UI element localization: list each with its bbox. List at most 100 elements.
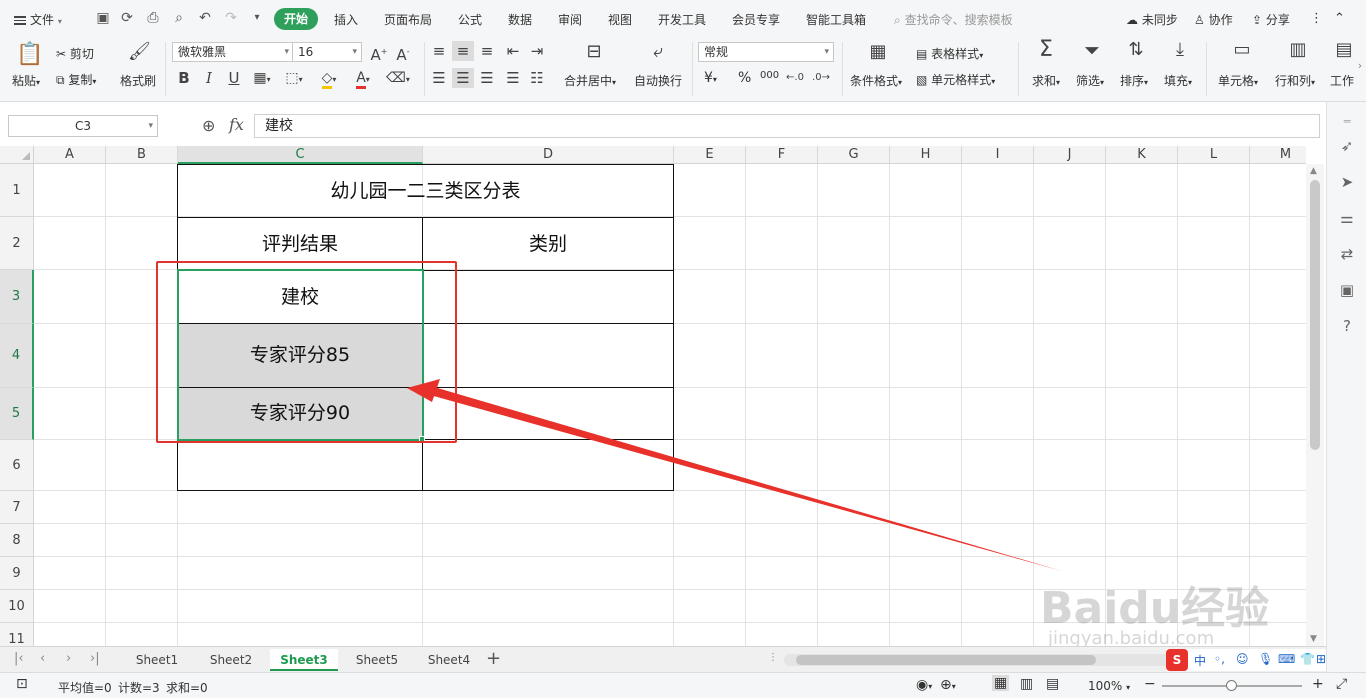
tab-smart-toolbox[interactable]: 智能工具箱 bbox=[806, 11, 866, 28]
wrap-text-icon[interactable]: ⤶ bbox=[646, 42, 670, 62]
command-search[interactable]: ⌕ 查找命令、搜索模板 bbox=[894, 11, 1013, 28]
align-left-icon[interactable]: ☰ bbox=[430, 68, 448, 88]
spreadsheet-grid[interactable]: A B C D E F G H I J K L M 1 2 3 4 5 6 7 … bbox=[0, 146, 1306, 646]
ime-skin-icon[interactable]: 👕 bbox=[1300, 652, 1315, 666]
next-sheet-icon[interactable]: › bbox=[66, 651, 71, 666]
fill-icon[interactable]: ⤓ bbox=[1168, 40, 1192, 60]
underline-button[interactable]: U bbox=[226, 68, 242, 88]
bold-button[interactable]: B bbox=[176, 68, 192, 88]
thousands-button[interactable]: 000 bbox=[760, 70, 779, 81]
cell-style-button[interactable]: ▧ 单元格样式▾ bbox=[916, 71, 995, 88]
fx-icon[interactable]: fx bbox=[229, 115, 244, 134]
increase-decimal-icon[interactable]: ←.0 bbox=[786, 68, 804, 88]
copy-button[interactable]: ⧉ 复制▾ bbox=[56, 71, 96, 88]
tab-home[interactable]: 开始 bbox=[274, 8, 318, 30]
row-col-icon[interactable]: ▥ bbox=[1286, 40, 1310, 60]
save-icon[interactable]: ▣ bbox=[94, 9, 112, 27]
tab-data[interactable]: 数据 bbox=[508, 11, 532, 28]
tab-developer[interactable]: 开发工具 bbox=[658, 11, 706, 28]
paste-icon[interactable]: 📋 bbox=[16, 42, 43, 68]
fill-style-icon[interactable]: ⬚▾ bbox=[282, 68, 306, 90]
archive-icon[interactable]: ▣ bbox=[1337, 280, 1357, 300]
merge-center-icon[interactable]: ⊟ bbox=[582, 42, 606, 62]
zoom-level[interactable]: 100% ▾ bbox=[1088, 679, 1130, 693]
collab-button[interactable]: ♙ 协作 bbox=[1194, 11, 1233, 28]
wrap-text-button[interactable]: 自动换行 bbox=[634, 72, 682, 89]
ribbon-scroll-right-icon[interactable]: › bbox=[1354, 56, 1366, 76]
file-menu[interactable]: 文件 ▾ bbox=[14, 11, 62, 28]
fill-button[interactable]: 填充▾ bbox=[1164, 72, 1192, 89]
tab-insert[interactable]: 插入 bbox=[334, 11, 358, 28]
decrease-decimal-icon[interactable]: .0→ bbox=[812, 68, 830, 88]
format-painter-icon[interactable]: 🖌 bbox=[128, 42, 151, 62]
ime-emoji-icon[interactable]: ☺ bbox=[1236, 652, 1249, 666]
sheet-tab-sheet2[interactable]: Sheet2 bbox=[200, 649, 262, 671]
worksheet-button[interactable]: 工作 bbox=[1330, 72, 1354, 89]
scroll-thumb[interactable] bbox=[1310, 180, 1320, 450]
settings-sliders-icon[interactable]: ⚌ bbox=[1337, 208, 1357, 228]
undo-icon[interactable]: ↶ bbox=[196, 9, 214, 27]
font-name-select[interactable]: 微软雅黑 ▾ bbox=[172, 42, 294, 62]
sheet-tab-sheet1[interactable]: Sheet1 bbox=[126, 649, 188, 671]
zoom-formula-icon[interactable]: ⊕ bbox=[202, 116, 215, 135]
indent-decrease-icon[interactable]: ⇤ bbox=[504, 41, 522, 61]
ime-chinese-icon[interactable]: 中 bbox=[1194, 652, 1206, 669]
tab-splitter-icon[interactable]: ⋮ bbox=[768, 652, 778, 663]
eye-protection-icon[interactable]: ◉▾ bbox=[916, 677, 932, 693]
prev-sheet-icon[interactable]: ‹ bbox=[40, 651, 45, 666]
ime-voice-icon[interactable]: 🎙 bbox=[1258, 652, 1273, 666]
align-right-icon[interactable]: ☰ bbox=[478, 68, 496, 88]
center-view-icon[interactable]: ⊕▾ bbox=[940, 677, 956, 693]
font-color-icon[interactable]: A▾ bbox=[350, 68, 376, 90]
first-sheet-icon[interactable]: |‹ bbox=[14, 651, 24, 666]
more-icon[interactable]: ⋮ bbox=[1310, 11, 1323, 26]
decrease-font-icon[interactable]: A- bbox=[394, 42, 412, 65]
table-style-button[interactable]: ▤ 表格样式▾ bbox=[916, 45, 983, 62]
format-painter-button[interactable]: 格式刷 bbox=[120, 72, 156, 89]
sum-icon[interactable]: Σ bbox=[1034, 39, 1058, 61]
fill-color-icon[interactable]: ◇▾ bbox=[316, 68, 342, 90]
cloud-icon[interactable]: ⟳ bbox=[118, 9, 136, 27]
pointer-icon[interactable]: ➤ bbox=[1337, 172, 1357, 192]
tab-formulas[interactable]: 公式 bbox=[458, 11, 482, 28]
formula-input[interactable]: 建校 bbox=[254, 114, 1320, 138]
percent-button[interactable]: % bbox=[738, 70, 751, 86]
align-bottom-icon[interactable]: ≡ bbox=[478, 41, 496, 61]
tab-review[interactable]: 审阅 bbox=[558, 11, 582, 28]
cut-button[interactable]: ✂ 剪切 bbox=[56, 45, 94, 62]
page-layout-view-icon[interactable]: ▥ bbox=[1020, 676, 1033, 692]
transform-icon[interactable]: ⇄ bbox=[1337, 244, 1357, 264]
macro-record-icon[interactable]: ⊡ bbox=[16, 676, 28, 692]
tab-member[interactable]: 会员专享 bbox=[732, 11, 780, 28]
sheet-tab-sheet5[interactable]: Sheet5 bbox=[346, 649, 408, 671]
row-col-button[interactable]: 行和列▾ bbox=[1275, 72, 1315, 89]
worksheet-icon[interactable]: ▤ bbox=[1334, 40, 1354, 60]
align-center-icon[interactable]: ☰ bbox=[452, 68, 474, 88]
italic-button[interactable]: I bbox=[202, 68, 216, 88]
ime-grid-icon[interactable]: ⊞ bbox=[1316, 652, 1326, 666]
zoom-out-icon[interactable]: − bbox=[1144, 676, 1156, 692]
filter-icon[interactable]: ⏷ bbox=[1080, 40, 1104, 60]
font-size-select[interactable]: 16 ▾ bbox=[292, 42, 362, 62]
clear-format-icon[interactable]: ⌫▾ bbox=[384, 68, 412, 90]
fullscreen-icon[interactable]: ⤢ bbox=[1336, 676, 1347, 692]
filter-button[interactable]: 筛选▾ bbox=[1076, 72, 1104, 89]
conditional-format-icon[interactable]: ▦ bbox=[866, 42, 890, 62]
page-break-view-icon[interactable]: ▤ bbox=[1046, 676, 1059, 692]
redo-icon[interactable]: ↷ bbox=[222, 9, 240, 27]
add-sheet-icon[interactable]: + bbox=[486, 648, 501, 669]
conditional-format-button[interactable]: 条件格式▾ bbox=[850, 72, 902, 89]
scroll-up-icon[interactable]: ▲ bbox=[1310, 166, 1317, 176]
share-button[interactable]: ⇪ 分享 bbox=[1252, 11, 1290, 28]
tab-page-layout[interactable]: 页面布局 bbox=[384, 11, 432, 28]
cells-button[interactable]: 单元格▾ bbox=[1218, 72, 1258, 89]
paste-button[interactable]: 粘贴▾ bbox=[12, 72, 40, 89]
merge-center-button[interactable]: 合并居中▾ bbox=[564, 72, 616, 89]
cells-icon[interactable]: ▭ bbox=[1230, 40, 1254, 60]
sum-button[interactable]: 求和▾ bbox=[1032, 72, 1060, 89]
collapse-ribbon-icon[interactable]: ⌃ bbox=[1334, 11, 1345, 26]
rocket-icon[interactable]: ➶ bbox=[1337, 136, 1357, 156]
scroll-down-icon[interactable]: ▼ bbox=[1310, 634, 1317, 644]
sheet-tab-sheet4[interactable]: Sheet4 bbox=[418, 649, 480, 671]
last-sheet-icon[interactable]: ›| bbox=[90, 651, 100, 666]
